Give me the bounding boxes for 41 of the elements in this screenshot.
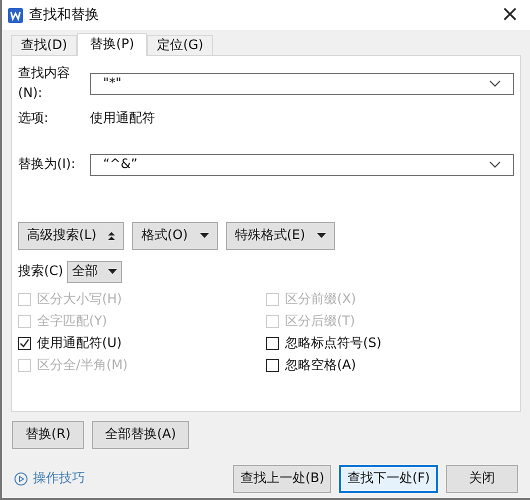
combo-field[interactable]: "*" (90, 72, 514, 94)
app-icon (8, 8, 23, 22)
checkbox-label: 区分大小写(H) (37, 290, 122, 309)
options-value: 使用通配符 (90, 110, 155, 128)
tab[interactable]: 定位(G) (147, 35, 214, 55)
play-circle-icon (14, 472, 28, 486)
options-label: 选项: (18, 110, 50, 128)
checkbox-label: 使用通配符(U) (37, 334, 122, 353)
close-button[interactable]: × (496, 2, 524, 28)
caret-icon (108, 269, 118, 274)
chevron-icon (489, 80, 501, 87)
checkbox-label: 全字匹配(Y) (37, 312, 108, 331)
caret-icon (200, 233, 209, 238)
tips-link[interactable]: 操作技巧 (14, 469, 85, 489)
dropdown-button[interactable]: 格式(O) (132, 222, 218, 250)
footer-button[interactable]: 查找下一处(F) (339, 465, 438, 493)
combo-field[interactable]: “^&” (90, 154, 514, 176)
footer-button[interactable]: 查找上一处(B) (233, 465, 332, 493)
tab[interactable]: 查找(D) (11, 35, 78, 55)
checkbox[interactable] (18, 337, 31, 350)
search-label: 搜索(C) (18, 262, 64, 281)
replace-button[interactable]: 替换(R) (12, 421, 84, 449)
checkbox-label: 忽略标点符号(S) (285, 334, 382, 353)
dropdown-button[interactable]: 特殊格式(E) (226, 222, 336, 250)
field-label: 查找内容(N): (18, 65, 71, 102)
collapse-icon (108, 232, 116, 240)
tab[interactable]: 替换(P) (77, 33, 148, 56)
checkbox-label: 忽略空格(A) (285, 356, 356, 375)
chevron-icon (489, 161, 501, 168)
checkbox-label: 区分全/半角(M) (37, 356, 128, 375)
checkbox-label: 区分前缀(X) (285, 290, 356, 309)
checkbox[interactable] (266, 359, 279, 372)
footer-button[interactable]: 关闭 (446, 465, 518, 493)
replace-button[interactable]: 全部替换(A) (92, 421, 190, 449)
caret-icon (317, 233, 326, 238)
checkbox[interactable] (266, 337, 279, 350)
field-label: 替换为(I): (18, 156, 76, 174)
window-title: 查找和替换 (29, 6, 99, 24)
dropdown-button[interactable]: 高级搜索(L) (18, 222, 124, 250)
checkbox-label: 区分后缀(T) (285, 312, 356, 331)
search-scope-dropdown[interactable]: 全部 (67, 260, 122, 282)
